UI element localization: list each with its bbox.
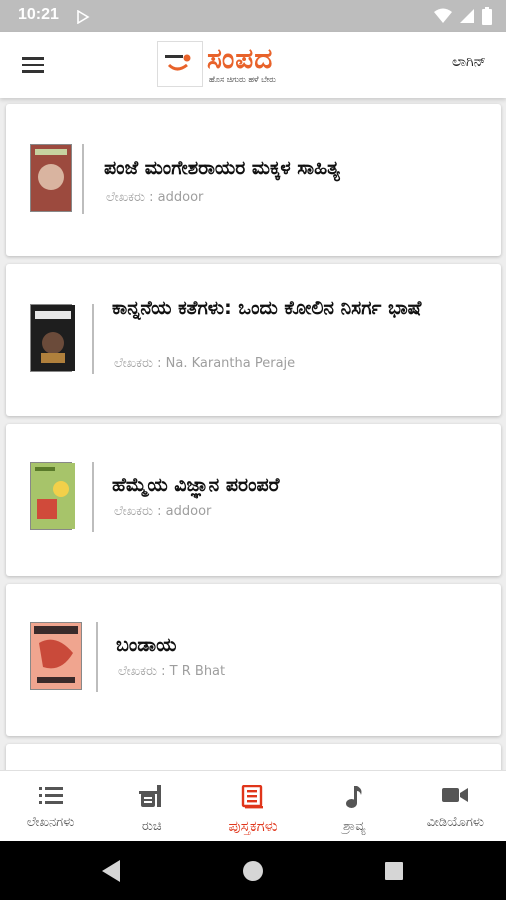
- list-icon: [38, 785, 63, 809]
- system-navigation-bar: [0, 841, 506, 900]
- hamburger-menu-icon[interactable]: [22, 52, 48, 78]
- nav-audio[interactable]: ಶ್ರಾವ್ಯ: [304, 771, 405, 841]
- home-icon[interactable]: [242, 860, 264, 886]
- play-store-icon: [76, 9, 90, 28]
- back-icon[interactable]: [100, 859, 122, 887]
- book-cover: [30, 144, 72, 212]
- book-title[interactable]: ಕಾನ್ನನೆಯ ಕತೆಗಳು: ಒಂದು ಕೋಲಿನ ನಿಸರ್ಗ ಭಾಷೆ: [112, 294, 472, 322]
- divider: [82, 144, 84, 214]
- status-time: 10:21: [18, 6, 59, 23]
- book-card[interactable]: ಪಂಜೆ ಮಂಗೇಶರಾಯರ ಮಕ್ಕಳ ಸಾಹಿತ್ಯ ಲೇಖಕರು : ad…: [6, 104, 501, 256]
- video-camera-icon: [442, 785, 469, 809]
- book-author: ಲೇಖಕರು : Na. Karantha Peraje: [114, 356, 296, 371]
- app-logo[interactable]: ಸಂಪದ ಹೊಸ ಚಿಗುರು ಹಳೆ ಬೇರು: [157, 41, 276, 87]
- bottom-navigation: ಲೇಖನಗಳು ರುಚಿ ಪುಸ್ತಕಗಳು ಶ್ರಾವ್ಯ ವೀಡಿಯೊಗಳು: [0, 770, 506, 841]
- nav-books[interactable]: ಪುಸ್ತಕಗಳು: [202, 771, 303, 841]
- book-icon: [241, 784, 265, 813]
- book-author: ಲೇಖಕರು : addoor: [114, 504, 212, 519]
- logo-mark-icon: [157, 41, 203, 87]
- divider: [96, 622, 98, 692]
- recents-icon[interactable]: [384, 861, 404, 885]
- book-card[interactable]: [6, 744, 501, 770]
- nav-articles[interactable]: ಲೇಖನಗಳು: [0, 771, 101, 841]
- nav-label: ಪುಸ್ತಕಗಳು: [228, 817, 278, 835]
- music-note-icon: [344, 785, 364, 813]
- nav-label: ಶ್ರಾವ್ಯ: [342, 819, 366, 834]
- nav-label: ಲೇಖನಗಳು: [26, 815, 75, 830]
- book-card[interactable]: ಹೆಮ್ಮೆಯ ವಿಜ್ಞಾನ ಪರಂಪರೆ ಲೇಖಕರು : addoor: [6, 424, 501, 576]
- book-card[interactable]: ಬಂಡಾಯ ಲೇಖಕರು : T R Bhat: [6, 584, 501, 736]
- book-title[interactable]: ಹೆಮ್ಮೆಯ ವಿಜ್ಞಾನ ಪರಂಪರೆ: [112, 471, 472, 499]
- book-title[interactable]: ಪಂಜೆ ಮಂಗೇಶರಾಯರ ಮಕ್ಕಳ ಸಾಹಿತ್ಯ: [104, 154, 464, 182]
- book-card[interactable]: ಕಾನ್ನನೆಯ ಕತೆಗಳು: ಒಂದು ಕೋಲಿನ ನಿಸರ್ಗ ಭಾಷೆ …: [6, 264, 501, 416]
- signal-icon: [459, 8, 475, 28]
- logo-tagline: ಹೊಸ ಚಿಗುರು ಹಳೆ ಬೇರು: [209, 75, 276, 84]
- nav-videos[interactable]: ವೀಡಿಯೊಗಳು: [405, 771, 506, 841]
- book-author: ಲೇಖಕರು : addoor: [106, 190, 204, 205]
- status-bar: 10:21: [0, 0, 506, 32]
- nav-label: ರುಚಿ: [141, 819, 162, 834]
- book-list: ಪಂಜೆ ಮಂಗೇಶರಾಯರ ಮಕ್ಕಳ ಸಾಹಿತ್ಯ ಲೇಖಕರು : ad…: [0, 98, 506, 770]
- book-cover: [30, 304, 75, 372]
- book-cover: [30, 462, 75, 530]
- nav-label: ವೀಡಿಯೊಗಳು: [426, 815, 485, 830]
- book-title[interactable]: ಬಂಡಾಯ: [116, 631, 476, 659]
- book-cover: [30, 622, 82, 690]
- battery-icon: [482, 7, 492, 29]
- divider: [92, 304, 94, 374]
- divider: [92, 462, 94, 532]
- wifi-icon: [434, 8, 452, 28]
- logo-name: ಸಂಪದ: [207, 42, 274, 75]
- login-link[interactable]: ಲಾಗಿನ್: [452, 54, 486, 70]
- recipe-icon: [138, 785, 165, 813]
- nav-recipes[interactable]: ರುಚಿ: [101, 771, 202, 841]
- app-bar: ಸಂಪದ ಹೊಸ ಚಿಗುರು ಹಳೆ ಬೇರು ಲಾಗಿನ್: [0, 32, 506, 98]
- book-author: ಲೇಖಕರು : T R Bhat: [118, 664, 226, 679]
